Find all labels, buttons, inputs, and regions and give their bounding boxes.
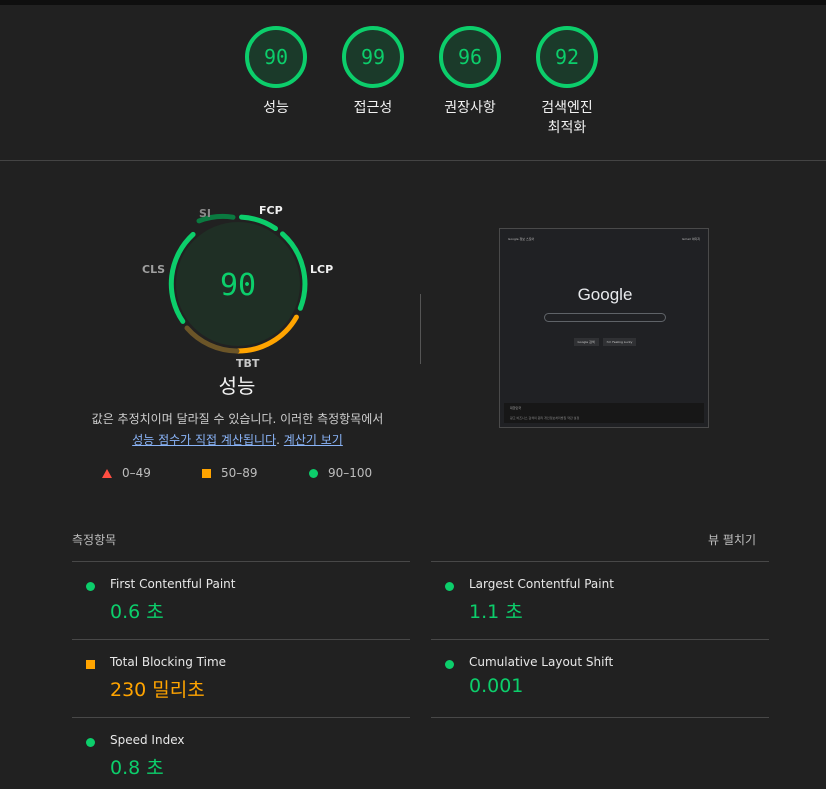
metrics-title: 측정항목 [72,533,117,547]
segment-label-si: SI [199,207,212,220]
metric-name: Speed Index [110,733,185,747]
shot-search-box [544,313,666,322]
note-text: 값은 추정치이며 달라질 수 있습니다. 이러한 측정항목에서 [91,412,384,426]
metric-name: Largest Contentful Paint [469,577,614,591]
shot-top-left: Google 정보 스토어 [508,237,535,241]
legend-range: 50–89 [221,466,258,480]
gauge-accessibility[interactable]: 99 접근성 [328,24,418,118]
gauge-label: 검색엔진 최적화 [541,100,593,136]
shot-buttons: Google 검색 I'm Feeling Lucky [500,328,710,347]
circle-icon [445,582,454,591]
gauge-score: 92 [554,45,580,69]
gauge-label: 접근성 [353,100,393,116]
gauge-best-practices[interactable]: 96 권장사항 [425,24,515,118]
shot-footer: 대한민국 광고 비즈니스 검색의 원리 개인정보처리방침 약관 설정 [504,403,704,423]
row-divider [72,561,410,562]
performance-note: 값은 추정치이며 달라질 수 있습니다. 이러한 측정항목에서 성능 점수가 직… [60,409,415,451]
gauge-score: 99 [360,45,386,69]
row-divider [431,639,769,640]
circle-icon [309,469,318,478]
gauge-performance[interactable]: 90 성능 [231,24,321,118]
gauge-label: 권장사항 [444,100,496,116]
square-icon [202,469,211,478]
shot-top-right: Gmail 이미지 [682,237,700,241]
segment-label-lcp: LCP [310,263,334,276]
metric-name: Cumulative Layout Shift [469,655,614,669]
metric-name: Total Blocking Time [110,655,227,669]
legend-fail: 0–49 [102,466,151,480]
gauge-seo[interactable]: 92 검색엔진 최적화 [522,24,612,138]
legend-average: 50–89 [202,466,258,480]
segment-label-cls: CLS [142,263,166,276]
shot-lucky-button: I'm Feeling Lucky [602,338,637,346]
metric-value: 1.1 초 [469,601,523,623]
metric-value: 0.6 초 [110,601,164,623]
calculator-link[interactable]: 계산기 보기 [284,433,343,447]
note-separator: . [276,433,280,447]
shot-logo: Google [577,285,633,304]
row-divider [431,561,769,562]
square-icon [86,660,95,669]
legend-pass: 90–100 [309,466,372,480]
gauge-label: 성능 [263,100,289,116]
metric-name: First Contentful Paint [110,577,236,591]
shot-search-button: Google 검색 [573,338,599,346]
row-divider [431,717,769,718]
final-screenshot[interactable]: Google 정보 스토어 Gmail 이미지 Google Google 검색… [499,228,709,428]
shot-footer-country: 대한민국 [510,406,522,410]
metric-value: 230 밀리초 [110,679,205,701]
row-divider [72,717,410,718]
expand-view-button[interactable]: 뷰 펼치기 [708,531,756,548]
vertical-divider [420,294,421,364]
section-divider [0,160,826,161]
metric-value: 0.001 [469,675,524,697]
shot-footer-links: 광고 비즈니스 검색의 원리 개인정보처리방침 약관 설정 [510,416,580,420]
top-bar [0,0,826,5]
gauge-score: 96 [457,45,483,69]
gauge-score: 90 [263,45,289,69]
metric-value: 0.8 초 [110,757,164,779]
legend-range: 90–100 [328,466,373,480]
segment-label-fcp: FCP [259,204,283,217]
performance-title: 성능 [218,374,256,398]
circle-icon [86,738,95,747]
performance-score: 90 [219,268,257,303]
circle-icon [86,582,95,591]
row-divider [72,639,410,640]
legend-range: 0–49 [122,466,151,480]
circle-icon [445,660,454,669]
score-calculation-link[interactable]: 성능 점수가 직접 계산됩니다 [132,433,276,447]
segment-label-tbt: TBT [236,357,260,370]
triangle-icon [102,469,112,478]
